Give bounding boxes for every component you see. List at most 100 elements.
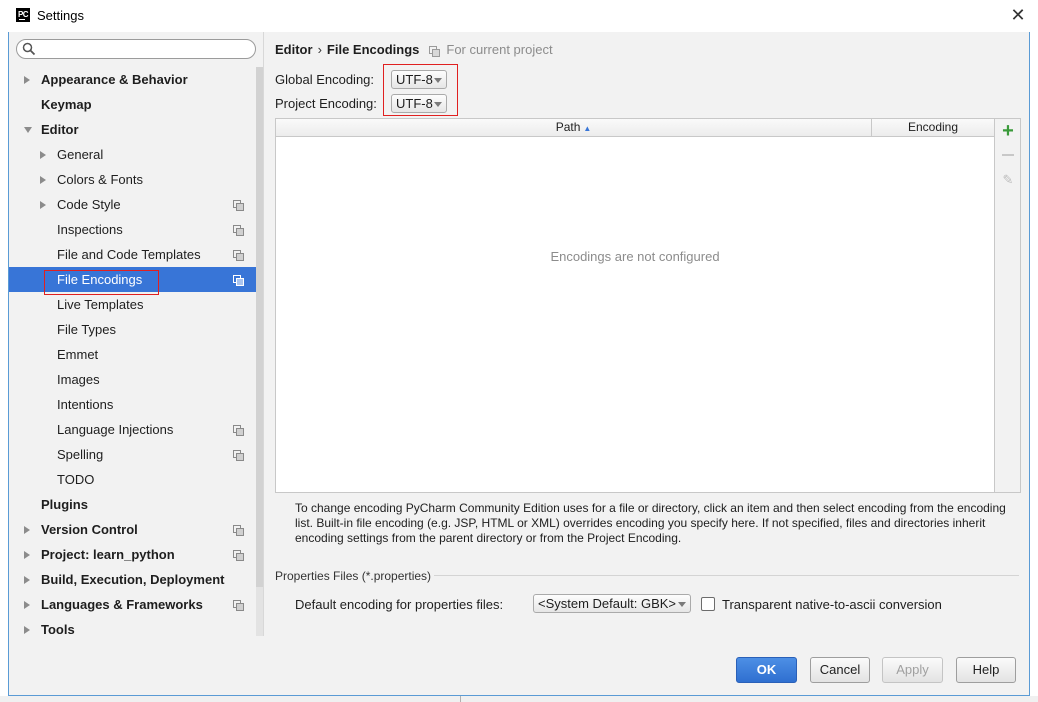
settings-window: PC Settings ✕ Appearance & Behavior Keyma…: [0, 0, 1038, 702]
chevron-right-icon[interactable]: [40, 201, 46, 209]
project-scope-icon: [233, 250, 244, 261]
tree-item-appearance-behavior[interactable]: Appearance & Behavior: [9, 67, 256, 92]
chevron-right-icon[interactable]: [24, 551, 30, 559]
project-scope-icon: [233, 200, 244, 211]
sidebar-scrollbar[interactable]: [256, 67, 263, 636]
settings-content: Editor › File Encodings For current project…: [264, 32, 1029, 636]
tree-item-inspections[interactable]: Inspections: [9, 217, 256, 242]
tree-item-file-encodings[interactable]: File Encodings: [9, 267, 256, 292]
tree-item-label: Version Control: [41, 522, 138, 537]
help-button[interactable]: Help: [956, 657, 1016, 683]
chevron-right-icon[interactable]: [24, 601, 30, 609]
tree-item-label: Editor: [41, 122, 79, 137]
global-encoding-select[interactable]: UTF-8: [391, 70, 447, 89]
scope-note: For current project: [446, 42, 553, 57]
tree-item-todo[interactable]: TODO: [9, 467, 256, 492]
tree-item-colors-fonts[interactable]: Colors & Fonts: [9, 167, 256, 192]
chevron-right-icon[interactable]: [24, 626, 30, 634]
tree-item-label: Code Style: [57, 197, 121, 212]
background-window-strip: [0, 696, 1038, 702]
edit-pencil-icon[interactable]: ✎: [998, 170, 1018, 190]
project-scope-icon: [233, 600, 244, 611]
table-toolbar: + ✎: [995, 118, 1021, 493]
tree-item-file-and-code-templates[interactable]: File and Code Templates: [9, 242, 256, 267]
settings-sidebar: Appearance & Behavior Keymap Editor General…: [9, 32, 264, 636]
tree-item-label: Spelling: [57, 447, 104, 462]
apply-button[interactable]: Apply: [882, 657, 943, 683]
tree-item-label: Keymap: [41, 97, 92, 112]
project-scope-icon: [233, 275, 244, 286]
tree-item-label: Inspections: [57, 222, 123, 237]
tree-item-general[interactable]: General: [9, 142, 256, 167]
tree-item-build-execution-deployment[interactable]: Build, Execution, Deployment: [9, 567, 256, 592]
chevron-right-icon[interactable]: [40, 176, 46, 184]
chevron-right-icon[interactable]: [24, 526, 30, 534]
project-encoding-label: Project Encoding:: [275, 96, 377, 111]
tree-item-label: Images: [57, 372, 100, 387]
chevron-down-icon[interactable]: [24, 127, 32, 133]
breadcrumb-parent: Editor: [275, 42, 313, 57]
ok-button[interactable]: OK: [736, 657, 797, 683]
tree-item-images[interactable]: Images: [9, 367, 256, 392]
settings-tree: Appearance & Behavior Keymap Editor General…: [9, 67, 256, 636]
chevron-down-icon: [434, 78, 442, 83]
column-header-encoding[interactable]: Encoding: [872, 119, 994, 136]
tree-item-label: Live Templates: [57, 297, 144, 312]
tree-item-languages-frameworks[interactable]: Languages & Frameworks: [9, 592, 256, 617]
properties-section-title: Properties Files (*.properties): [275, 569, 432, 583]
tree-item-label: Appearance & Behavior: [41, 72, 188, 87]
close-icon[interactable]: ✕: [1008, 5, 1028, 25]
tree-item-file-types[interactable]: File Types: [9, 317, 256, 342]
tree-item-emmet[interactable]: Emmet: [9, 342, 256, 367]
column-header-path[interactable]: Path ▲: [276, 119, 872, 136]
project-encoding-select[interactable]: UTF-8: [391, 94, 447, 113]
tree-item-label: Emmet: [57, 347, 99, 362]
tree-item-live-templates[interactable]: Live Templates: [9, 292, 256, 317]
tree-item-version-control[interactable]: Version Control: [9, 517, 256, 542]
sidebar-scroll-thumb[interactable]: [256, 67, 263, 587]
tree-item-plugins[interactable]: Plugins: [9, 492, 256, 517]
chevron-right-icon[interactable]: [24, 576, 30, 584]
tree-item-project-learn-python[interactable]: Project: learn_python: [9, 542, 256, 567]
cancel-button[interactable]: Cancel: [810, 657, 870, 683]
tree-item-label: Build, Execution, Deployment: [41, 572, 225, 587]
project-scope-icon: [233, 550, 244, 561]
tree-item-label: Tools: [41, 622, 75, 636]
background-divider: [460, 696, 461, 702]
column-path-label: Path: [555, 120, 581, 134]
transparent-conversion-label[interactable]: Transparent native-to-ascii conversion: [722, 597, 942, 612]
tree-item-spelling[interactable]: Spelling: [9, 442, 256, 467]
tree-item-intentions[interactable]: Intentions: [9, 392, 256, 417]
tree-item-label: File Types: [57, 322, 117, 337]
remove-icon[interactable]: [998, 145, 1018, 165]
project-scope-icon: [429, 46, 441, 57]
project-encoding-value: UTF-8: [396, 96, 433, 111]
properties-default-encoding-label: Default encoding for properties files:: [295, 597, 504, 612]
tree-item-label: File Encodings: [57, 272, 143, 287]
global-encoding-label: Global Encoding:: [275, 72, 375, 87]
tree-item-label: Intentions: [57, 397, 114, 412]
global-encoding-value: UTF-8: [396, 72, 433, 87]
title-bar: PC Settings ✕: [0, 0, 1038, 32]
tree-item-editor[interactable]: Editor: [9, 117, 256, 142]
chevron-right-icon[interactable]: [24, 76, 30, 84]
search-input[interactable]: [39, 41, 253, 59]
tree-item-label: File and Code Templates: [57, 247, 201, 262]
add-icon[interactable]: +: [998, 121, 1018, 141]
project-scope-icon: [233, 525, 244, 536]
chevron-right-icon[interactable]: [40, 151, 46, 159]
properties-encoding-value: <System Default: GBK>: [538, 596, 677, 611]
transparent-conversion-checkbox[interactable]: [701, 597, 715, 611]
tree-item-label: TODO: [57, 472, 95, 487]
tree-item-code-style[interactable]: Code Style: [9, 192, 256, 217]
encodings-table[interactable]: Path ▲ Encoding Encodings are not configu…: [275, 118, 995, 493]
tree-item-label: Languages & Frameworks: [41, 597, 203, 612]
tree-item-label: General: [57, 147, 104, 162]
properties-encoding-select[interactable]: <System Default: GBK>: [533, 594, 691, 613]
search-icon: [22, 42, 36, 56]
search-box[interactable]: [16, 39, 256, 59]
tree-item-keymap[interactable]: Keymap: [9, 92, 256, 117]
tree-item-language-injections[interactable]: Language Injections: [9, 417, 256, 442]
tree-item-tools[interactable]: Tools: [9, 617, 256, 636]
settings-dialog: Appearance & Behavior Keymap Editor General…: [8, 32, 1030, 696]
